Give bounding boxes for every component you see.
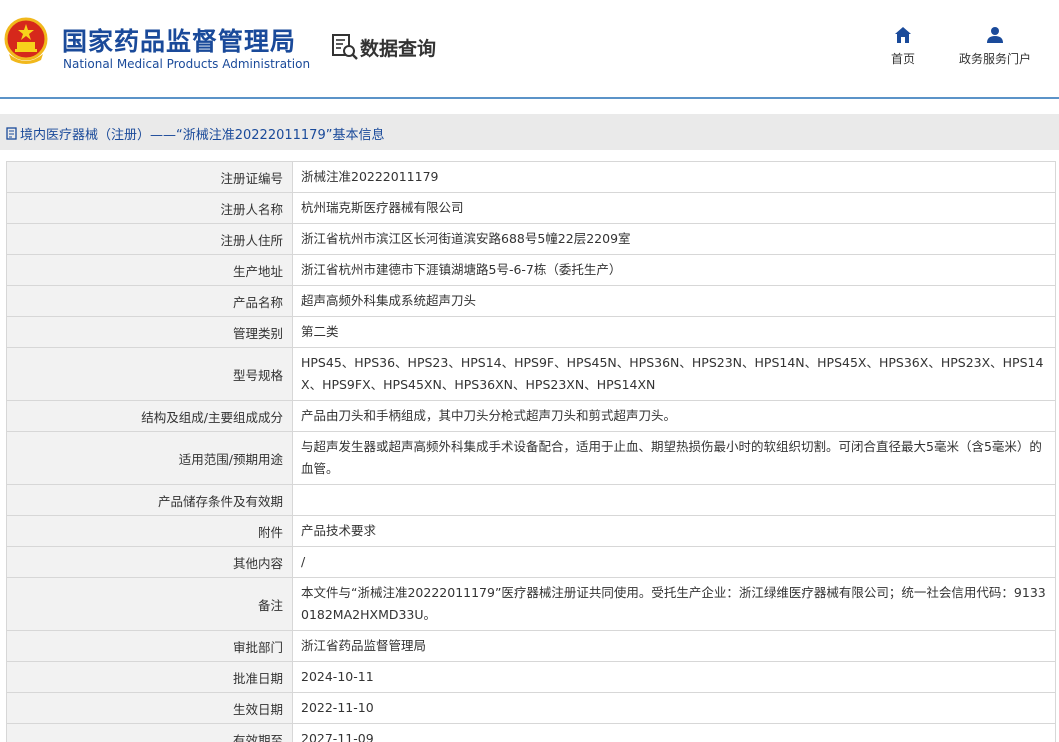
data-query-label: 数据查询: [360, 37, 437, 60]
field-label: 适用范围/预期用途: [6, 431, 293, 485]
field-value: 浙江省药品监督管理局: [292, 630, 1056, 662]
field-label: 注册证编号: [6, 161, 293, 193]
site-header: 国家药品监督管理局 National Medical Products Admi…: [0, 0, 1059, 98]
data-query-heading: 数据查询: [330, 32, 436, 62]
field-value: 浙江省杭州市滨江区长河街道滨安路688号5幢22层2209室: [292, 223, 1056, 255]
nav-home[interactable]: 首页: [884, 26, 922, 67]
field-value: 产品技术要求: [292, 515, 1056, 547]
user-icon: [987, 27, 1003, 43]
detail-table: 注册证编号 浙械注准20222011179 注册人名称 杭州瑞克斯医疗器械有限公司 注册…: [6, 161, 1056, 742]
breadcrumb-bar: 境内医疗器械（注册）——“浙械注准20222011179”基本信息: [0, 114, 1059, 150]
document-icon: [6, 127, 17, 140]
breadcrumb-text: 境内医疗器械（注册）——“浙械注准20222011179”基本信息: [20, 128, 385, 143]
field-label: 批准日期: [6, 661, 293, 693]
site-subtitle: National Medical Products Administration: [63, 57, 311, 71]
field-label: 产品储存条件及有效期: [6, 484, 293, 516]
field-label: 管理类别: [6, 316, 293, 348]
field-label: 结构及组成/主要组成成分: [6, 400, 293, 432]
national-emblem-icon: [4, 17, 48, 64]
field-label: 备注: [6, 577, 293, 631]
field-value: 超声高频外科集成系统超声刀头: [292, 285, 1056, 317]
home-icon: [895, 27, 911, 43]
field-value: /: [292, 546, 1056, 578]
field-value: 浙江省杭州市建德市下涯镇湖塘路5号-6-7栋（委托生产）: [292, 254, 1056, 286]
table-row: 生效日期 2022-11-10: [6, 692, 1056, 724]
nav-home-label: 首页: [890, 52, 915, 66]
table-row: 管理类别 第二类: [6, 316, 1056, 348]
field-value: 本文件与“浙械注准20222011179”医疗器械注册证共同使用。受托生产企业：…: [292, 577, 1056, 631]
table-row: 注册人住所 浙江省杭州市滨江区长河街道滨安路688号5幢22层2209室: [6, 223, 1056, 255]
breadcrumb: 境内医疗器械（注册）——“浙械注准20222011179”基本信息: [6, 124, 384, 143]
field-value: 产品由刀头和手柄组成，其中刀头分枪式超声刀头和剪式超声刀头。: [292, 400, 1056, 432]
field-label: 注册人名称: [6, 192, 293, 224]
table-row: 附件 产品技术要求: [6, 515, 1056, 547]
header-divider: [0, 97, 1059, 99]
field-label: 生效日期: [6, 692, 293, 724]
table-row: 备注 本文件与“浙械注准20222011179”医疗器械注册证共同使用。受托生产企…: [6, 577, 1056, 631]
field-label: 有效期至: [6, 723, 293, 742]
field-label: 附件: [6, 515, 293, 547]
field-value: 2027-11-09: [292, 723, 1056, 742]
nav-service-portal-label: 政务服务门户: [958, 52, 1031, 66]
table-row: 生产地址 浙江省杭州市建德市下涯镇湖塘路5号-6-7栋（委托生产）: [6, 254, 1056, 286]
field-label: 其他内容: [6, 546, 293, 578]
field-value: 杭州瑞克斯医疗器械有限公司: [292, 192, 1056, 224]
field-value: 2022-11-10: [292, 692, 1056, 724]
field-label: 审批部门: [6, 630, 293, 662]
detail-table-container: 注册证编号 浙械注准20222011179 注册人名称 杭州瑞克斯医疗器械有限公司 注册…: [6, 161, 1056, 742]
table-row: 注册证编号 浙械注准20222011179: [6, 161, 1056, 193]
field-value: HPS45、HPS36、HPS23、HPS14、HPS9F、HPS45N、HPS…: [292, 347, 1056, 401]
table-row: 批准日期 2024-10-11: [6, 661, 1056, 693]
table-row: 有效期至 2027-11-09: [6, 723, 1056, 742]
table-row: 产品名称 超声高频外科集成系统超声刀头: [6, 285, 1056, 317]
table-row: 适用范围/预期用途 与超声发生器或超声高频外科集成手术设备配合，适用于止血、期望热…: [6, 431, 1056, 485]
field-label: 产品名称: [6, 285, 293, 317]
table-row: 产品储存条件及有效期: [6, 484, 1056, 516]
table-row: 其他内容 /: [6, 546, 1056, 578]
nav-service-portal[interactable]: 政务服务门户: [950, 26, 1040, 67]
field-value: 第二类: [292, 316, 1056, 348]
table-row: 审批部门 浙江省药品监督管理局: [6, 630, 1056, 662]
table-row: 结构及组成/主要组成成分 产品由刀头和手柄组成，其中刀头分枪式超声刀头和剪式超声刀…: [6, 400, 1056, 432]
field-label: 型号规格: [6, 347, 293, 401]
field-label: 注册人住所: [6, 223, 293, 255]
site-title: 国家药品监督管理局: [62, 27, 297, 56]
table-row: 注册人名称 杭州瑞克斯医疗器械有限公司: [6, 192, 1056, 224]
field-label: 生产地址: [6, 254, 293, 286]
field-value: 浙械注准20222011179: [292, 161, 1056, 193]
field-value: 与超声发生器或超声高频外科集成手术设备配合，适用于止血、期望热损伤最小时的软组织…: [292, 431, 1056, 485]
field-value: 2024-10-11: [292, 661, 1056, 693]
field-value: [292, 484, 1056, 516]
document-search-icon: [332, 34, 358, 60]
table-row: 型号规格 HPS45、HPS36、HPS23、HPS14、HPS9F、HPS45N…: [6, 347, 1056, 401]
